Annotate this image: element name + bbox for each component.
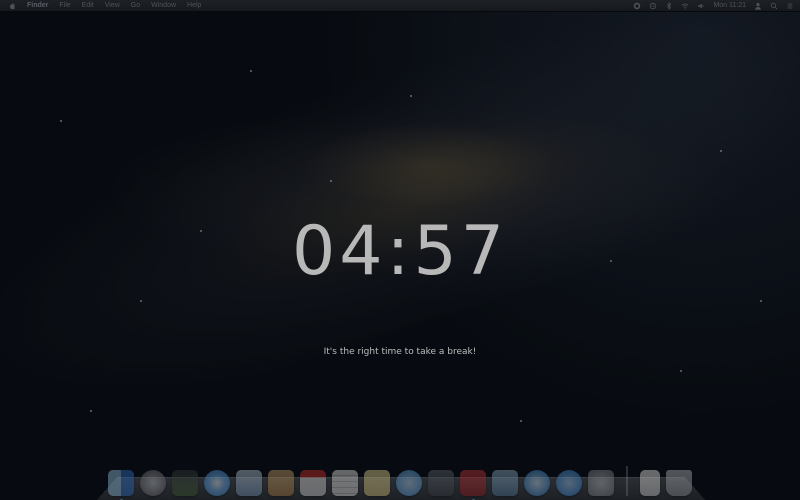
star (140, 300, 142, 302)
trash-icon[interactable] (666, 470, 692, 496)
desktop: Finder File Edit View Go Window Help Mon… (0, 0, 800, 500)
menu-clock[interactable]: Mon 11:21 (713, 2, 746, 9)
safari-icon[interactable] (204, 470, 230, 496)
contacts-icon[interactable] (268, 470, 294, 496)
spotlight-search-icon[interactable] (770, 2, 778, 10)
reminders-icon[interactable] (332, 470, 358, 496)
menu-bar: Finder File Edit View Go Window Help Mon… (0, 0, 800, 12)
itunes-icon[interactable] (524, 470, 550, 496)
star (60, 120, 62, 122)
dock-separator (626, 466, 628, 496)
star (90, 410, 92, 412)
system-preferences-icon[interactable] (588, 470, 614, 496)
mail-icon[interactable] (236, 470, 262, 496)
app-store-icon[interactable] (556, 470, 582, 496)
menu-edit[interactable]: Edit (82, 2, 94, 9)
menu-app-name[interactable]: Finder (27, 2, 48, 9)
menu-window[interactable]: Window (151, 2, 176, 9)
menu-file[interactable]: File (59, 2, 70, 9)
apple-menu-icon[interactable] (8, 2, 16, 10)
star (250, 70, 252, 72)
star (680, 370, 682, 372)
break-countdown: 04:57 (292, 212, 508, 291)
break-message: It's the right time to take a break! (323, 347, 477, 357)
calendar-icon[interactable] (300, 470, 326, 496)
dock (108, 458, 694, 500)
messages-icon[interactable] (396, 470, 422, 496)
iphoto-icon[interactable] (492, 470, 518, 496)
status-app-icon[interactable] (633, 2, 641, 10)
menu-help[interactable]: Help (187, 2, 201, 9)
user-icon[interactable] (754, 2, 762, 10)
star (720, 150, 722, 152)
notes-icon[interactable] (364, 470, 390, 496)
star (410, 95, 412, 97)
volume-icon[interactable] (697, 2, 705, 10)
star (520, 420, 522, 422)
menu-view[interactable]: View (105, 2, 120, 9)
wifi-icon[interactable] (681, 2, 689, 10)
star (330, 180, 332, 182)
facetime-icon[interactable] (428, 470, 454, 496)
menu-go[interactable]: Go (131, 2, 140, 9)
star (760, 300, 762, 302)
launchpad-icon[interactable] (140, 470, 166, 496)
bluetooth-icon[interactable] (665, 1, 673, 10)
finder-icon[interactable] (108, 470, 134, 500)
time-machine-icon[interactable] (649, 2, 657, 10)
mission-control-icon[interactable] (172, 470, 198, 496)
notification-center-icon[interactable] (786, 2, 794, 10)
photo-booth-icon[interactable] (460, 470, 486, 500)
document-icon[interactable] (640, 470, 660, 496)
